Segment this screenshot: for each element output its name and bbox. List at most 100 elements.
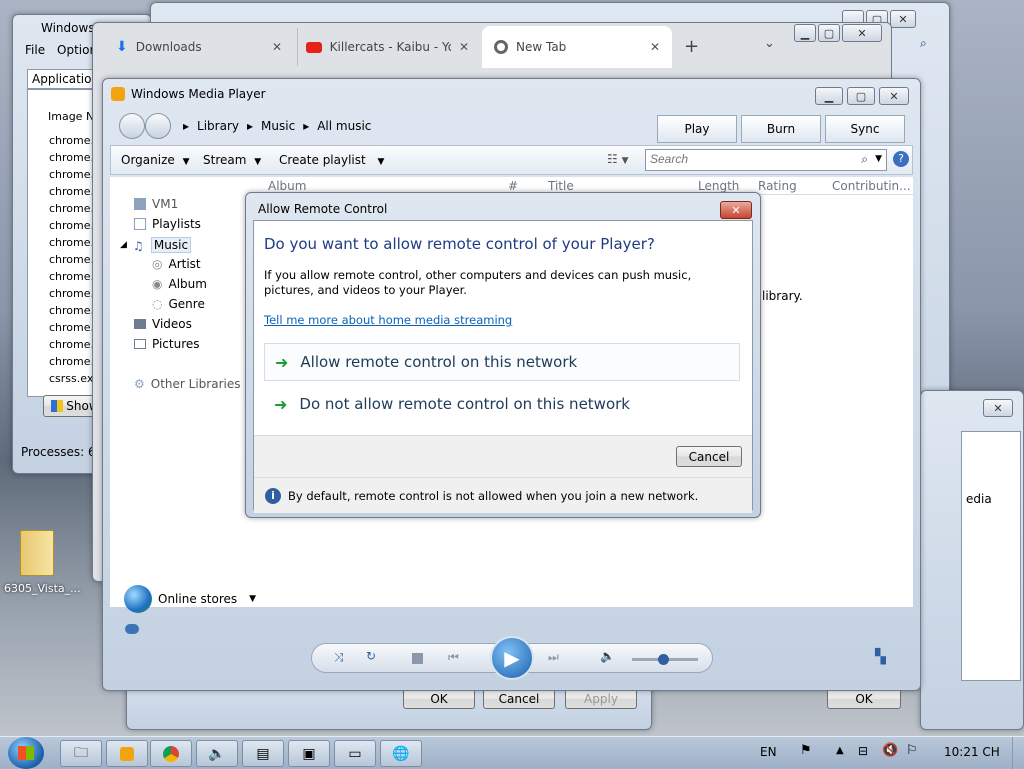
language-indicator[interactable]: EN — [760, 745, 777, 759]
ok-button[interactable]: OK — [827, 689, 901, 709]
taskbar-remote[interactable]: ▣ — [288, 740, 330, 767]
cancel-button[interactable]: Cancel — [483, 689, 555, 709]
tab-sync[interactable]: Sync — [825, 115, 905, 143]
taskbar: 🗀 🔈 ▤ ▣ ▭ 🌐 EN ⚑ ▲ ⊟ 🔇 ⚐ 10:21 CH — [0, 736, 1024, 769]
arrow-right-icon: ➜ — [274, 394, 288, 414]
ok-button[interactable]: OK — [403, 689, 475, 709]
breadcrumb: ▸ Library ▸ Music ▸ All music — [183, 119, 371, 133]
desktop-folder[interactable]: 6305_Vista_... — [4, 530, 81, 600]
taskbar-wmp[interactable] — [106, 740, 148, 767]
tab-burn[interactable]: Burn — [741, 115, 821, 143]
play-button[interactable]: ▶ — [490, 636, 534, 680]
nav-album-label: Album — [168, 277, 207, 291]
column-album[interactable]: Album — [268, 179, 306, 193]
nav-other-libraries[interactable]: ⚙ Other Libraries — [134, 377, 240, 391]
nav-artist[interactable]: ◎ Artist — [152, 257, 201, 271]
network-tray-icon[interactable]: ⊟ — [858, 744, 868, 758]
tab-play[interactable]: Play — [657, 115, 737, 143]
create-playlist-menu[interactable]: Create playlist ▼ — [279, 153, 384, 167]
cancel-button[interactable]: Cancel — [676, 446, 742, 467]
forward-button[interactable] — [145, 113, 171, 139]
column-length[interactable]: Length — [698, 179, 739, 193]
disallow-remote-control-option[interactable]: ➜ Do not allow remote control on this ne… — [264, 385, 740, 423]
stop-icon[interactable] — [412, 653, 423, 664]
genre-icon: ◌ — [152, 297, 163, 311]
volume-muted-icon[interactable]: 🔇 — [882, 743, 898, 758]
nav-videos[interactable]: Videos — [134, 317, 192, 331]
nav-music[interactable]: ◢ ♫ Music — [120, 237, 192, 253]
chevron-down-icon[interactable]: ▼ — [875, 154, 882, 164]
close-button[interactable]: ✕ — [983, 399, 1013, 417]
repeat-icon[interactable]: ↻ — [366, 649, 376, 663]
column-title[interactable]: Title — [548, 179, 574, 193]
tab-search-button[interactable]: ⌄ — [764, 36, 775, 51]
nav-playlists[interactable]: Playlists — [134, 217, 201, 231]
volume-icon[interactable]: 🔈 — [600, 649, 615, 663]
previous-icon[interactable]: ⏮ — [448, 650, 459, 665]
taskbar-sound[interactable]: 🔈 — [196, 740, 238, 767]
nav-album[interactable]: ◉ Album — [152, 277, 207, 291]
chevron-right-icon: ▸ — [303, 119, 310, 133]
seek-thumb[interactable] — [125, 624, 139, 634]
column-track-number[interactable]: # — [508, 179, 518, 193]
maximize-button[interactable]: ▢ — [847, 87, 875, 105]
wmp-toolbar: Organize ▼ Stream ▼ Create playlist ▼ ☷ … — [110, 145, 913, 175]
close-button[interactable]: ✕ — [842, 24, 882, 42]
close-button[interactable]: ✕ — [890, 10, 916, 28]
start-button[interactable] — [8, 737, 44, 769]
seek-bar[interactable] — [125, 624, 901, 634]
chrome-tab-downloads[interactable]: ⬇ Downloads ✕ — [104, 28, 294, 66]
back-button[interactable] — [119, 113, 145, 139]
shuffle-icon[interactable]: ⤨ — [334, 650, 344, 665]
volume-slider[interactable] — [632, 654, 698, 665]
search-box[interactable]: ⌕ ▼ — [645, 149, 887, 171]
volume-thumb[interactable] — [658, 654, 669, 665]
column-rating[interactable]: Rating — [758, 179, 797, 193]
organize-menu[interactable]: Organize ▼ — [121, 153, 190, 167]
maximize-button[interactable]: ▢ — [818, 24, 840, 42]
close-icon[interactable]: ✕ — [459, 40, 469, 54]
close-icon[interactable]: ✕ — [272, 40, 282, 54]
taskbar-task-manager[interactable]: ▤ — [242, 740, 284, 767]
taskbar-network[interactable]: 🌐 — [380, 740, 422, 767]
allow-remote-control-option[interactable]: ➜ Allow remote control on this network — [264, 343, 740, 381]
next-icon[interactable]: ⏭ — [548, 650, 559, 665]
switch-to-now-playing-icon[interactable]: ▚ — [875, 649, 886, 665]
nav-pictures[interactable]: Pictures — [134, 337, 200, 351]
taskbar-window[interactable]: ▭ — [334, 740, 376, 767]
breadcrumb-all-music[interactable]: All music — [317, 119, 371, 133]
task-manager-menu-file[interactable]: File — [25, 43, 45, 57]
search-input[interactable] — [646, 150, 836, 168]
taskbar-explorer[interactable]: 🗀 — [60, 740, 102, 767]
minimize-button[interactable]: ▁ — [815, 87, 843, 105]
chrome-icon — [494, 40, 508, 54]
close-button[interactable]: ✕ — [879, 87, 909, 105]
close-icon[interactable]: ✕ — [650, 40, 660, 54]
close-button[interactable]: ✕ — [720, 201, 752, 219]
home-media-link[interactable]: Tell me more about home media streaming — [264, 313, 512, 327]
nav-vm[interactable]: VM1 — [134, 197, 178, 211]
online-stores-label: Online stores — [158, 592, 238, 606]
chrome-tab-new-tab[interactable]: New Tab ✕ — [482, 26, 672, 68]
action-center-icon[interactable]: ⚑ — [800, 743, 812, 758]
apply-button[interactable]: Apply — [565, 689, 637, 709]
new-tab-button[interactable]: + — [684, 36, 699, 57]
show-desktop-button[interactable] — [1012, 737, 1024, 769]
minimize-button[interactable]: ▁ — [794, 24, 816, 42]
stream-menu[interactable]: Stream ▼ — [203, 153, 261, 167]
breadcrumb-library[interactable]: Library — [197, 119, 239, 133]
show-hidden-icons[interactable]: ▲ — [836, 745, 844, 756]
clock[interactable]: 10:21 CH — [944, 745, 1000, 759]
search-icon[interactable]: ⌕ — [920, 36, 927, 51]
column-contributing[interactable]: Contributin... — [832, 179, 911, 193]
nav-genre[interactable]: ◌ Genre — [152, 297, 205, 311]
chrome-tab-youtube[interactable]: Killercats - Kaibu - YouT ✕ — [297, 28, 479, 66]
taskbar-chrome[interactable] — [150, 740, 192, 767]
help-icon[interactable]: ? — [893, 151, 909, 167]
view-options-button[interactable]: ☷ ▼ — [607, 152, 629, 166]
flag-icon[interactable]: ⚐ — [906, 743, 918, 758]
search-icon[interactable]: ⌕ — [861, 152, 868, 167]
online-stores-menu[interactable]: Online stores ▼ — [124, 585, 256, 613]
breadcrumb-music[interactable]: Music — [261, 119, 295, 133]
expand-icon[interactable]: ◢ — [120, 240, 127, 250]
